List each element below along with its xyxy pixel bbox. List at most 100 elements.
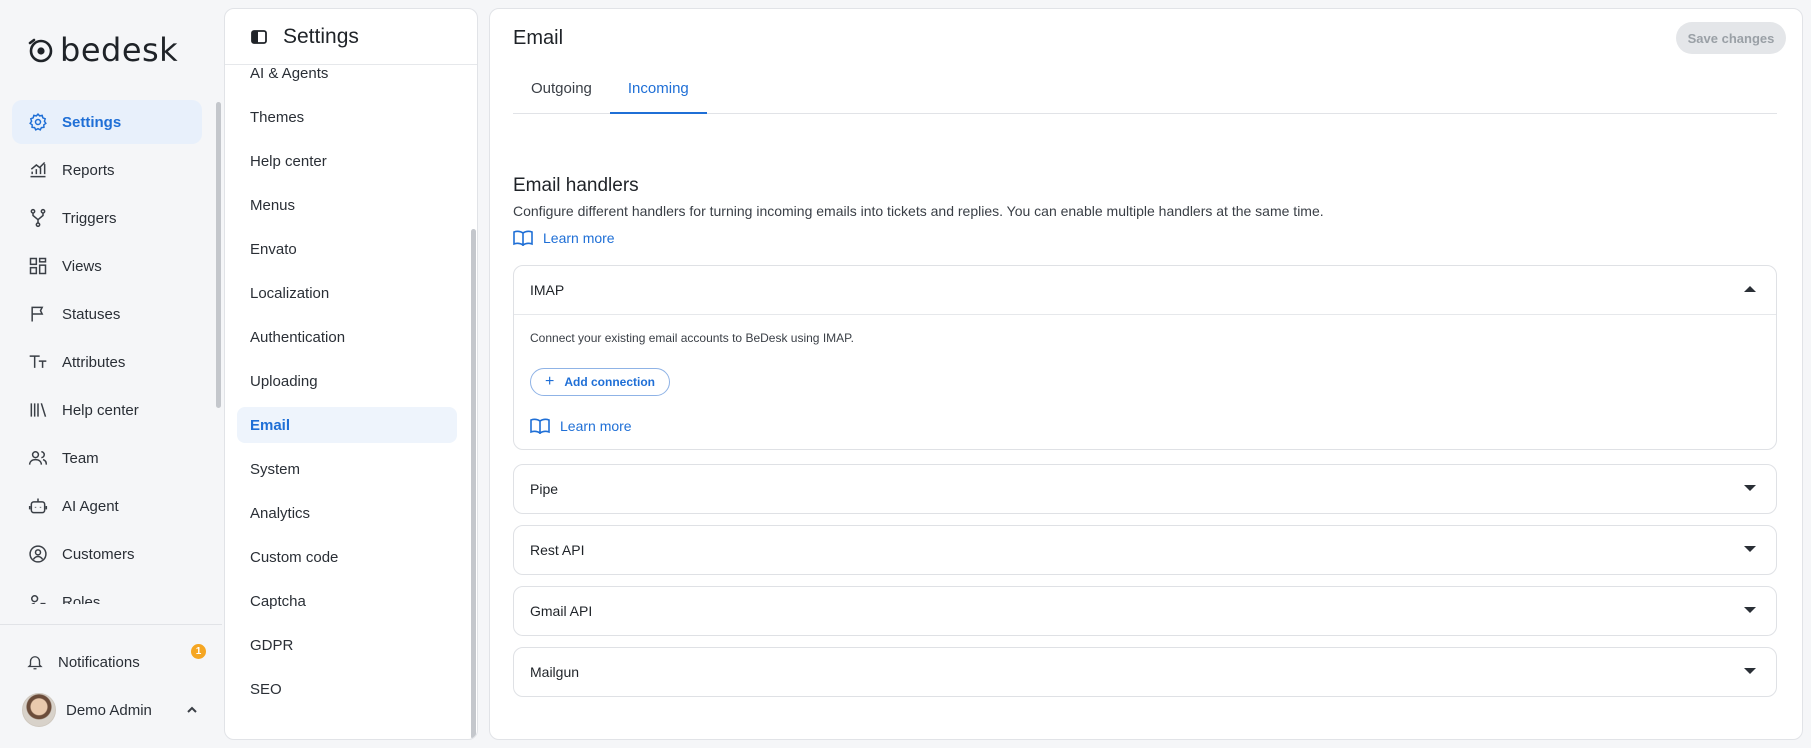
nav-item-label: Views [62,257,102,275]
main-navigation: bedesk Settings Reports Triggers Views S… [0,0,222,748]
nav-item-ai-agent[interactable]: AI Agent [12,484,202,528]
settings-item-authentication[interactable]: Authentication [237,319,457,355]
sidebar-toggle-icon[interactable] [251,29,267,45]
nav-item-label: Settings [62,113,122,131]
views-icon [29,257,47,275]
settings-panel: Settings AI & Agents Themes Help center … [224,8,478,740]
nav-item-label: AI Agent [62,497,119,515]
tab-incoming[interactable]: Incoming [609,69,707,114]
settings-item-custom-code[interactable]: Custom code [237,539,457,575]
nav-item-statuses[interactable]: Statuses [12,292,202,336]
trigger-icon [30,208,46,228]
bedesk-logo[interactable]: bedesk [26,30,178,70]
nav-item-attributes[interactable]: Attributes [12,340,202,384]
settings-item-envato[interactable]: Envato [237,231,457,267]
nav-item-team[interactable]: Team [12,436,202,480]
settings-item-captcha[interactable]: Captcha [237,583,457,619]
settings-item-themes[interactable]: Themes [237,99,457,135]
plus-icon: + [545,373,555,390]
handler-name: Pipe [530,481,559,497]
nav-item-label: Customers [62,545,135,563]
handler-name: Mailgun [530,664,580,680]
settings-scrollbar[interactable] [471,229,476,739]
brand-name: bedesk [60,31,179,69]
notifications-label: Notifications [58,653,140,671]
settings-item-localization[interactable]: Localization [237,275,457,311]
settings-item-email[interactable]: Email [237,407,457,443]
handler-gmail-api-header[interactable]: Gmail API [514,587,1776,635]
settings-item-help-center[interactable]: Help center [237,143,457,179]
settings-item-analytics[interactable]: Analytics [237,495,457,531]
handler-imap: IMAP Connect your existing email account… [513,265,1777,450]
handler-rest-api-header[interactable]: Rest API [514,526,1776,574]
section-title: Email handlers [513,175,639,196]
chevron-up-icon [187,706,197,713]
handler-pipe-header[interactable]: Pipe [514,465,1776,513]
settings-item-gdpr[interactable]: GDPR [237,627,457,663]
handler-mailgun-header[interactable]: Mailgun [514,648,1776,696]
nav-item-help-center[interactable]: Help center [12,388,202,432]
user-menu-button[interactable]: Demo Admin [22,693,202,727]
learn-more-label: Learn more [560,418,632,434]
caret-down-icon [1744,485,1756,491]
handler-name: Rest API [530,542,585,558]
handler-pipe: Pipe [513,464,1777,514]
flag-icon [31,306,44,322]
settings-item-menus[interactable]: Menus [237,187,457,223]
email-settings-content: Email Save changes Outgoing Incoming Ema… [489,8,1803,740]
user-name: Demo Admin [66,701,152,719]
avatar [22,693,56,727]
settings-item-uploading[interactable]: Uploading [237,363,457,399]
nav-item-settings[interactable]: Settings [12,100,202,144]
handler-name: IMAP [530,282,565,298]
page-title: Email [513,27,564,49]
nav-item-label: Attributes [62,353,126,371]
text-icon [29,355,47,368]
customer-icon [29,545,47,563]
handler-description: Connect your existing email accounts to … [530,331,854,345]
caret-down-icon [1744,607,1756,613]
nav-item-triggers[interactable]: Triggers [12,196,202,240]
notifications-button[interactable]: Notifications [26,648,206,676]
nav-scrollbar[interactable] [216,102,221,408]
email-tabs: Outgoing Incoming [513,69,1777,114]
nav-item-views[interactable]: Views [12,244,202,288]
handler-gmail-api: Gmail API [513,586,1777,636]
book-icon [530,418,550,434]
nav-item-label: Team [62,449,99,467]
nav-item-label: Statuses [62,305,121,323]
settings-item-ai-agents[interactable]: AI & Agents [237,55,457,91]
tab-outgoing[interactable]: Outgoing [513,69,610,114]
add-connection-button[interactable]: + Add connection [530,368,671,396]
nav-item-reports[interactable]: Reports [12,148,202,192]
add-connection-label: Add connection [564,375,656,389]
caret-up-icon [1744,286,1756,292]
gear-icon [29,112,47,131]
divider [0,624,222,625]
save-changes-button[interactable]: Save changes [1676,22,1786,54]
library-icon [30,403,47,417]
roles-icon [30,595,46,604]
settings-item-system[interactable]: System [237,451,457,487]
handler-imap-body: Connect your existing email accounts to … [514,314,1776,449]
notification-count-badge: 1 [191,644,206,659]
nav-item-roles[interactable]: Roles [12,580,202,604]
chart-icon [30,161,46,178]
nav-item-label: Roles [62,593,101,605]
nav-list: Settings Reports Triggers Views Statuses… [12,100,202,604]
settings-item-seo[interactable]: SEO [237,671,457,707]
handler-rest-api: Rest API [513,525,1777,575]
nav-item-customers[interactable]: Customers [12,532,202,576]
handler-imap-header[interactable]: IMAP [514,266,1776,314]
learn-more-link[interactable]: Learn more [513,230,615,246]
bedesk-logo-icon [28,38,53,63]
imap-learn-more-link[interactable]: Learn more [530,418,632,434]
settings-title: Settings [283,24,359,48]
nav-item-label: Triggers [62,209,117,227]
nav-item-label: Help center [62,401,139,419]
caret-down-icon [1744,546,1756,552]
bot-icon [28,498,48,514]
book-icon [513,230,533,246]
handler-name: Gmail API [530,603,593,619]
section-description: Configure different handlers for turning… [513,203,1324,219]
